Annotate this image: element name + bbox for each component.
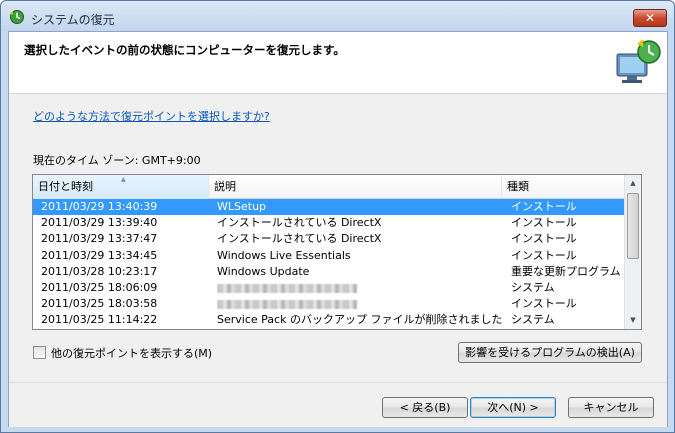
row-type: システム [511,280,555,294]
show-more-checkbox-label[interactable]: 他の復元ポイントを表示する(M) [51,345,212,361]
close-button[interactable]: ✕ [633,9,667,27]
cancel-button[interactable]: キャンセル [568,397,654,418]
table-row[interactable]: 2011/03/25 11:14:22 Service Pack のバックアップ… [33,312,624,328]
vertical-scrollbar[interactable]: ▲ ▼ [624,175,641,329]
redacted-text [217,300,357,310]
back-button[interactable]: < 戻る(B) [382,397,468,418]
list-header: ▲ 日付と時刻 説明 種類 [33,175,624,199]
scrollbar-thumb[interactable] [627,193,639,259]
row-type: 重要な更新プログラム [511,264,621,278]
header-band: 選択したイベントの前の状態にコンピューターを復元します。 [9,32,667,94]
table-row[interactable]: 2011/03/29 13:39:40 インストールされている DirectX … [33,215,624,231]
page-instruction: 選択したイベントの前の状態にコンピューターを復元します。 [24,43,345,57]
timezone-label: 現在のタイム ゾーン: GMT+9:00 [33,154,201,167]
column-header-date-label: 日付と時刻 [38,180,93,193]
row-date: 2011/03/28 10:23:17 [41,264,158,278]
scroll-up-icon[interactable]: ▲ [625,175,641,192]
row-type: インストール [511,248,577,262]
table-row[interactable]: 2011/03/25 18:06:09 システム [33,280,624,296]
next-button[interactable]: 次へ(N) > [470,397,556,418]
dialog-body: 選択したイベントの前の状態にコンピューターを復元します。 どのような方法で復元ポ… [8,31,668,427]
row-date: 2011/03/29 13:40:39 [41,200,158,213]
column-header-type[interactable]: 種類 [502,175,624,199]
sort-arrow-icon: ▲ [121,176,126,183]
window-title: システムの復元 [31,13,115,27]
system-restore-window: システムの復元 ✕ 選択したイベントの前の状態にコンピューターを復元します。 ど… [0,0,675,433]
table-row[interactable]: 2011/03/29 13:34:45 Windows Live Essenti… [33,248,624,264]
help-link[interactable]: どのような方法で復元ポイントを選択しますか? [33,108,270,124]
system-restore-icon [10,10,24,24]
show-more-checkbox[interactable] [33,346,46,359]
row-description: インストールされている DirectX [217,216,382,230]
system-restore-graphic [616,39,661,83]
row-description: Windows Update [217,264,310,278]
column-header-description[interactable]: 説明 [209,175,502,199]
scroll-down-icon[interactable]: ▼ [625,312,641,329]
row-description: WLSetup [217,200,267,213]
redacted-text [217,283,357,293]
row-description: インストールされている DirectX [217,232,382,246]
row-type: インストール [511,297,577,311]
row-description: Service Pack のバックアップ ファイルが削除されました [217,313,502,327]
row-date: 2011/03/25 11:14:22 [41,313,158,327]
row-type: インストール [511,232,577,246]
row-date: 2011/03/29 13:39:40 [41,216,158,230]
row-type: システム [511,313,555,327]
row-type: インストール [511,200,577,213]
row-date: 2011/03/25 18:03:58 [41,297,158,311]
list-rows: 2011/03/29 13:40:39 WLSetup インストール 2011/… [33,199,624,330]
title-bar: システムの復元 ✕ [1,1,674,31]
column-header-date[interactable]: ▲ 日付と時刻 [33,175,209,199]
table-row[interactable]: 2011/03/28 10:23:17 Windows Update 重要な更新… [33,264,624,280]
row-date: 2011/03/29 13:34:45 [41,248,158,262]
table-row[interactable]: 2011/03/29 13:37:47 インストールされている DirectX … [33,231,624,247]
table-row[interactable]: 2011/03/25 18:03:58 インストール [33,296,624,312]
row-date: 2011/03/25 18:06:09 [41,280,158,294]
restore-point-list[interactable]: ▲ 日付と時刻 説明 種類 2011/03/29 13:40:39 WLSetu… [32,174,642,330]
row-date: 2011/03/29 13:37:47 [41,232,158,246]
table-row[interactable]: 2011/03/29 13:40:39 WLSetup インストール [33,199,624,216]
row-description: Windows Live Essentials [217,248,351,262]
scan-affected-programs-button[interactable]: 影響を受けるプログラムの検出(A) [458,342,642,363]
row-type: インストール [511,216,577,230]
